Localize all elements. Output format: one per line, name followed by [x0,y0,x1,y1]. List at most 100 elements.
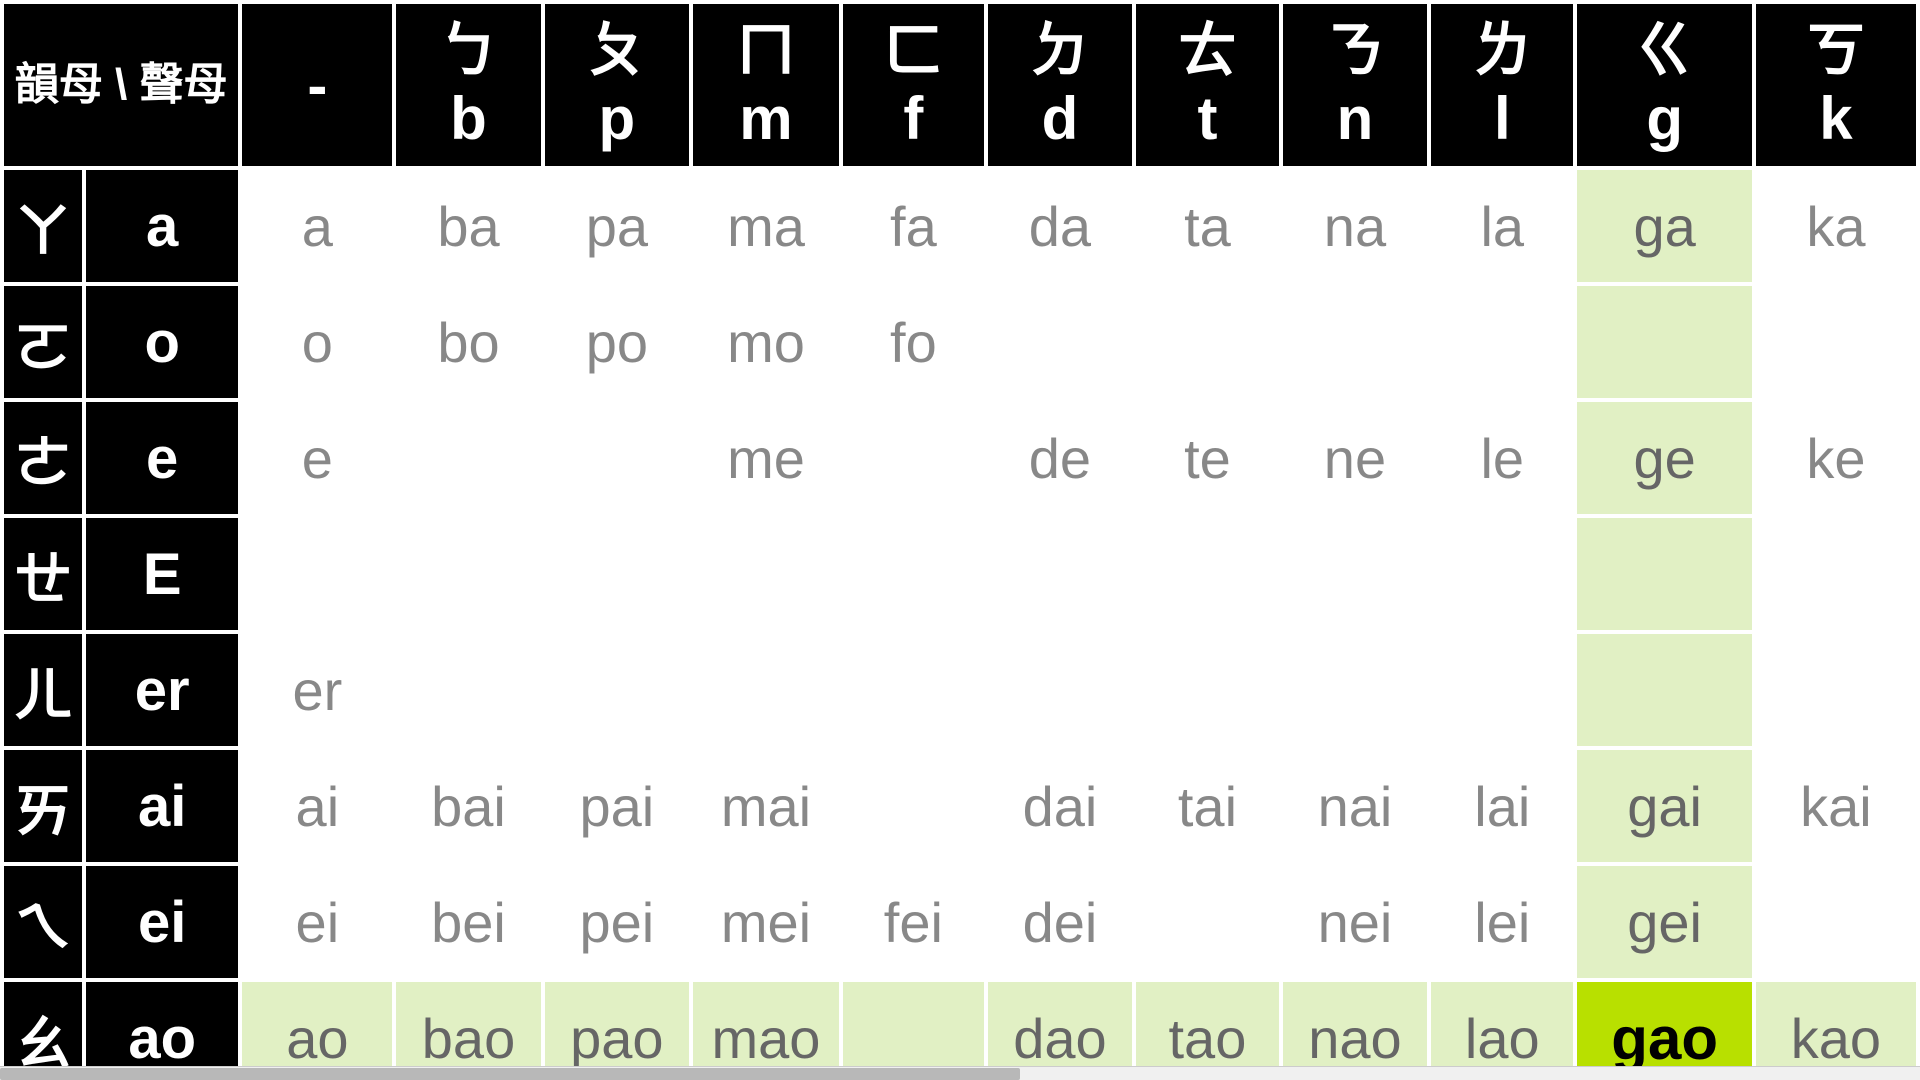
syllable-cell[interactable]: tao [1136,982,1279,1066]
horizontal-scrollbar[interactable] [0,1066,1920,1080]
syllable-cell[interactable]: ei [242,866,392,978]
syllable-cell[interactable] [1756,518,1916,630]
syllable-cell[interactable] [988,518,1132,630]
syllable-cell[interactable]: ne [1283,402,1427,514]
syllable-cell[interactable]: de [988,402,1132,514]
syllable-cell[interactable]: ai [242,750,392,862]
col-header-lat: l [1441,86,1563,152]
syllable-cell[interactable]: mo [693,286,839,398]
col-header-p: ㄆp [545,4,689,166]
syllable-cell[interactable]: tai [1136,750,1279,862]
syllable-cell[interactable]: fei [843,866,984,978]
syllable-cell[interactable]: ge [1577,402,1751,514]
syllable-cell[interactable]: lei [1431,866,1573,978]
syllable-cell[interactable]: ga [1577,170,1751,282]
syllable-cell[interactable]: na [1283,170,1427,282]
table-row: ㄛoobopomofo [4,286,1916,398]
syllable-cell[interactable]: te [1136,402,1279,514]
syllable-cell[interactable] [1283,286,1427,398]
syllable-cell[interactable]: ao [242,982,392,1066]
syllable-cell[interactable] [1577,634,1751,746]
syllable-cell[interactable]: pei [545,866,689,978]
syllable-cell[interactable]: le [1431,402,1573,514]
table-row: ㄝE [4,518,1916,630]
col-header-d: ㄉd [988,4,1132,166]
syllable-cell[interactable]: kao [1756,982,1916,1066]
syllable-cell[interactable] [1136,286,1279,398]
syllable-cell[interactable]: la [1431,170,1573,282]
syllable-cell[interactable] [843,402,984,514]
syllable-cell[interactable] [396,634,540,746]
syllable-cell[interactable]: dai [988,750,1132,862]
syllable-cell[interactable] [1577,286,1751,398]
syllable-cell[interactable]: lao [1431,982,1573,1066]
syllable-cell[interactable]: nao [1283,982,1427,1066]
syllable-cell[interactable]: pa [545,170,689,282]
syllable-cell[interactable]: mao [693,982,839,1066]
syllable-cell[interactable] [242,518,392,630]
syllable-cell[interactable] [988,286,1132,398]
syllable-cell[interactable] [1136,518,1279,630]
syllable-cell[interactable] [1136,634,1279,746]
syllable-cell[interactable]: fa [843,170,984,282]
syllable-cell[interactable] [1283,634,1427,746]
table-row: ㄟeieibeipeimeifeideineileigei [4,866,1916,978]
syllable-cell[interactable]: bo [396,286,540,398]
syllable-cell[interactable] [843,750,984,862]
syllable-cell[interactable]: er [242,634,392,746]
syllable-cell[interactable] [693,634,839,746]
syllable-cell[interactable] [396,518,540,630]
syllable-cell[interactable] [988,634,1132,746]
syllable-cell[interactable]: ke [1756,402,1916,514]
syllable-cell[interactable]: a [242,170,392,282]
col-header-zh: ㄎ [1766,18,1906,84]
syllable-cell[interactable] [843,982,984,1066]
syllable-cell[interactable]: gai [1577,750,1751,862]
syllable-cell[interactable]: ka [1756,170,1916,282]
syllable-cell[interactable]: o [242,286,392,398]
syllable-cell[interactable] [545,402,689,514]
syllable-cell[interactable] [545,634,689,746]
syllable-cell[interactable]: bei [396,866,540,978]
syllable-cell[interactable]: pai [545,750,689,862]
syllable-cell[interactable]: po [545,286,689,398]
syllable-cell[interactable] [843,518,984,630]
syllable-cell[interactable] [1756,634,1916,746]
syllable-cell[interactable] [1756,286,1916,398]
syllable-cell[interactable] [693,518,839,630]
syllable-cell[interactable]: bao [396,982,540,1066]
syllable-cell[interactable]: da [988,170,1132,282]
col-header-zh: ㄌ [1441,18,1563,84]
horizontal-scrollbar-thumb[interactable] [0,1068,1020,1080]
syllable-cell[interactable]: ba [396,170,540,282]
syllable-cell[interactable]: bai [396,750,540,862]
syllable-cell[interactable]: mei [693,866,839,978]
syllable-cell[interactable] [1283,518,1427,630]
syllable-cell[interactable]: pao [545,982,689,1066]
col-header-lat: m [703,86,829,152]
syllable-cell[interactable]: fo [843,286,984,398]
syllable-cell[interactable] [1431,286,1573,398]
syllable-cell[interactable]: nei [1283,866,1427,978]
syllable-cell[interactable] [396,402,540,514]
syllable-cell[interactable]: dei [988,866,1132,978]
syllable-cell[interactable] [1431,518,1573,630]
syllable-cell[interactable]: nai [1283,750,1427,862]
syllable-cell[interactable]: me [693,402,839,514]
syllable-cell[interactable] [545,518,689,630]
syllable-cell[interactable]: kai [1756,750,1916,862]
syllable-cell[interactable] [1756,866,1916,978]
syllable-cell[interactable]: ma [693,170,839,282]
syllable-cell[interactable] [1136,866,1279,978]
syllable-cell[interactable]: gao [1577,982,1751,1066]
syllable-cell[interactable]: mai [693,750,839,862]
syllable-cell[interactable]: gei [1577,866,1751,978]
syllable-cell[interactable]: e [242,402,392,514]
col-header-zh: ㄋ [1293,18,1417,84]
syllable-cell[interactable]: dao [988,982,1132,1066]
syllable-cell[interactable]: lai [1431,750,1573,862]
syllable-cell[interactable] [1431,634,1573,746]
syllable-cell[interactable] [1577,518,1751,630]
syllable-cell[interactable] [843,634,984,746]
syllable-cell[interactable]: ta [1136,170,1279,282]
